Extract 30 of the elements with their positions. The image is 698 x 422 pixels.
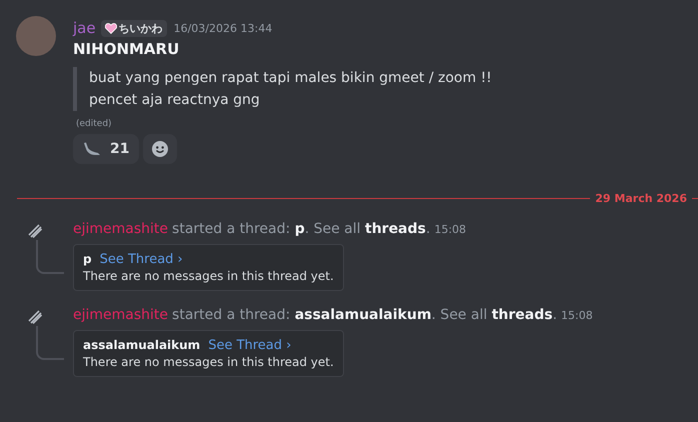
role-tag-label: ちいかわ — [118, 20, 163, 36]
thread-connector — [36, 326, 64, 360]
username[interactable]: ejimemashite — [73, 219, 168, 239]
heart-icon — [104, 22, 117, 34]
username[interactable]: ejimemashite — [73, 305, 168, 325]
thread-name: assalamualaikum — [83, 338, 200, 352]
thread-card[interactable]: p See Thread › There are no messages in this thread yet. — [73, 244, 344, 291]
thread-icon — [28, 310, 42, 324]
date-divider: 29 March 2026 — [595, 192, 687, 205]
thread-preview: There are no messages in this thread yet. — [83, 269, 334, 283]
edited-label: (edited) — [76, 119, 113, 129]
quote-line: pencet aja reactnya gng — [89, 91, 261, 110]
system-message: started a thread: assalamualaikum. See all threads. — [172, 306, 558, 325]
thread-connector — [36, 240, 64, 274]
timestamp: 16/03/2026 13:44 — [174, 22, 272, 34]
see-thread-link[interactable]: See Thread › — [208, 338, 292, 353]
smiley-icon — [151, 140, 170, 158]
see-thread-link[interactable]: See Thread › — [100, 252, 183, 267]
timestamp: 15:08 — [561, 308, 593, 324]
add-reaction-button[interactable] — [143, 134, 178, 164]
thread-preview: There are no messages in this thread yet. — [83, 355, 334, 369]
timestamp: 15:08 — [434, 222, 466, 238]
message-title: NIHONMARU — [73, 39, 180, 59]
system-message: started a thread: p. See all threads. — [172, 220, 430, 239]
username[interactable]: jae — [73, 19, 96, 37]
thread-icon — [28, 224, 42, 238]
quote-line: buat yang pengen rapat tapi males bikin gmeet / zoom !! — [89, 69, 492, 88]
thread-card[interactable]: assalamualaikum See Thread › There are no messages in this thread yet. — [73, 330, 344, 377]
reaction-button[interactable]: 21 — [73, 134, 140, 164]
thread-name: p — [83, 252, 92, 266]
